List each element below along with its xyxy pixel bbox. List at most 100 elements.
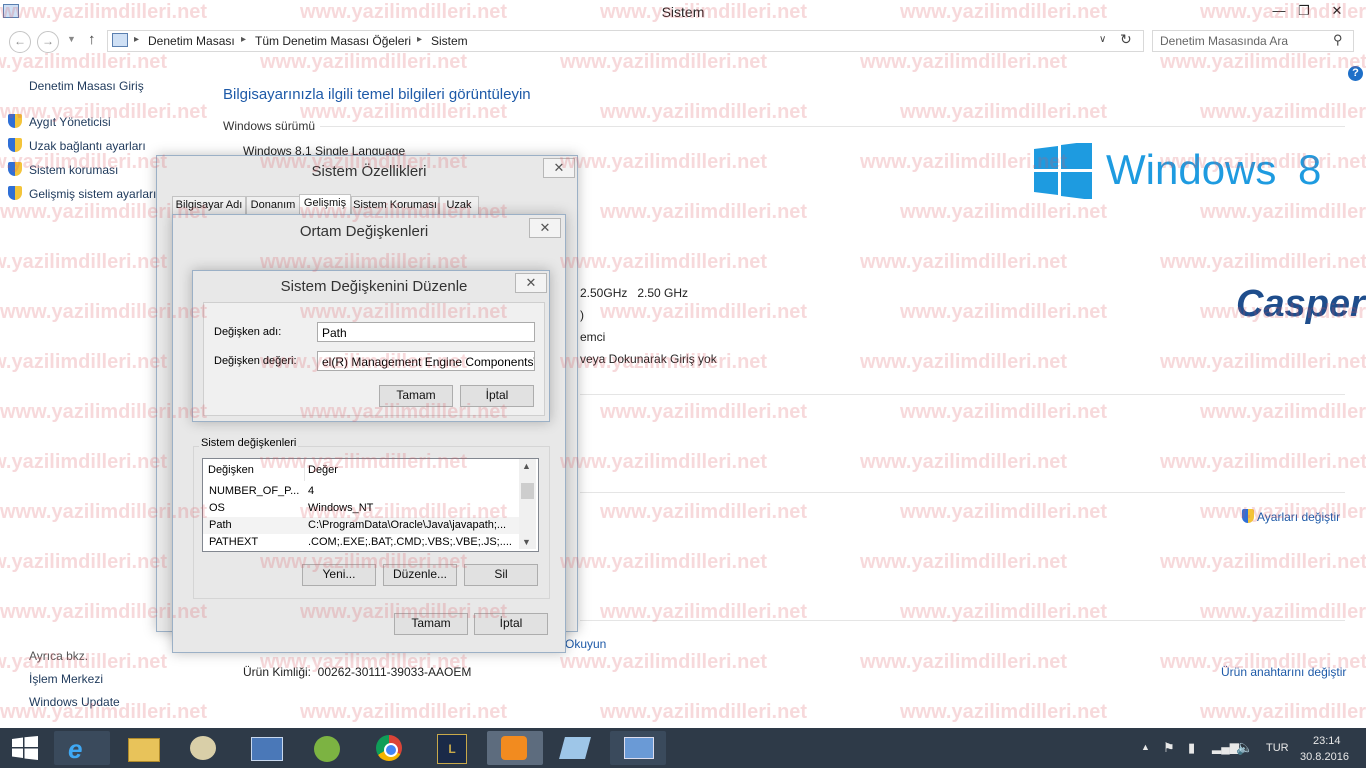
input-language[interactable]: TUR: [1266, 742, 1289, 754]
watermark-text: www.yazilimdilleri.net: [1160, 251, 1366, 273]
watermark-text: www.yazilimdilleri.net: [900, 701, 1108, 723]
maximize-button[interactable]: ❐: [1287, 0, 1321, 22]
breadcrumb-control-panel[interactable]: Denetim Masası: [148, 34, 235, 48]
watermark-text: www.yazilimdilleri.net: [0, 351, 168, 373]
taskbar-league-icon[interactable]: L: [424, 731, 480, 765]
read-link[interactable]: Okuyun: [565, 637, 606, 651]
watermark-text: www.yazilimdilleri.net: [860, 251, 1068, 273]
list-scrollbar[interactable]: [519, 459, 536, 549]
edit-dialog-close-button[interactable]: ✕: [515, 273, 547, 293]
help-icon[interactable]: ?: [1348, 66, 1363, 81]
variable-name-field[interactable]: Path: [317, 322, 535, 342]
tab-computer-name[interactable]: Bilgisayar Adı: [172, 196, 246, 216]
sidebar-item-advanced-settings[interactable]: Gelişmiş sistem ayarları: [29, 187, 156, 201]
column-header-value[interactable]: Değer: [305, 459, 518, 481]
table-row[interactable]: NUMBER_OF_P... 4: [203, 483, 519, 500]
edit-cancel-button[interactable]: İptal: [460, 385, 534, 407]
table-row-selected[interactable]: Path C:\ProgramData\Oracle\Java\javapath…: [203, 517, 519, 534]
taskbar-explorer-icon[interactable]: [115, 731, 171, 765]
taskbar-paint-icon[interactable]: [176, 731, 232, 765]
watermark-text: www.yazilimdilleri.net: [900, 101, 1108, 123]
taskbar-ie-icon[interactable]: e: [54, 731, 110, 765]
env-cancel-button[interactable]: İptal: [474, 613, 548, 635]
column-header-variable[interactable]: Değişken: [203, 459, 305, 481]
taskbar-app-icon[interactable]: [548, 731, 604, 765]
volume-icon[interactable]: 🔈: [1236, 739, 1253, 756]
watermark-text: www.yazilimdilleri.net: [600, 201, 808, 223]
tab-system-protection[interactable]: Sistem Koruması: [351, 196, 439, 216]
new-variable-button[interactable]: Yeni...: [302, 564, 376, 586]
taskbar-media-player-icon[interactable]: [487, 731, 543, 765]
back-button[interactable]: ←: [9, 31, 31, 53]
section-windows-edition: Windows sürümü: [223, 119, 316, 133]
windows-start-icon: [12, 736, 38, 760]
scroll-up-icon[interactable]: ▲: [522, 461, 531, 471]
breadcrumb-system[interactable]: Sistem: [431, 34, 468, 48]
see-also-action-center[interactable]: İşlem Merkezi: [29, 672, 103, 686]
delete-variable-button[interactable]: Sil: [464, 564, 538, 586]
action-center-flag-icon[interactable]: ⚑: [1163, 740, 1175, 756]
environment-variables-close-button[interactable]: ✕: [529, 218, 561, 238]
taskbar-system-icon[interactable]: [610, 731, 666, 765]
watermark-text: www.yazilimdilleri.net: [1160, 551, 1366, 573]
show-hidden-icons-icon[interactable]: ▲: [1141, 742, 1150, 752]
system-properties-title: Sistem Özellikleri: [311, 163, 427, 180]
windows-logo-text: Windows: [1106, 146, 1277, 193]
edit-ok-button[interactable]: Tamam: [379, 385, 453, 407]
search-icon[interactable]: ⚲: [1333, 32, 1343, 48]
forward-button[interactable]: →: [37, 31, 59, 53]
edit-system-variable-title: Sistem Değişkenini Düzenle: [280, 278, 468, 295]
scrollbar-thumb[interactable]: [521, 483, 534, 499]
see-also-windows-update[interactable]: Windows Update: [29, 695, 120, 709]
watermark-text: www.yazilimdilleri.net: [900, 401, 1108, 423]
recent-locations-icon[interactable]: ▼: [67, 34, 76, 44]
watermark-text: www.yazilimdilleri.net: [560, 651, 768, 673]
watermark-text: www.yazilimdilleri.net: [860, 451, 1068, 473]
system-properties-close-button[interactable]: ✕: [543, 158, 575, 178]
taskbar-chrome-icon[interactable]: [362, 731, 418, 765]
table-row[interactable]: PATHEXT .COM;.EXE;.BAT;.CMD;.VBS;.VBE;.J…: [203, 534, 519, 550]
control-panel-icon: [112, 33, 128, 47]
breadcrumb-separator-icon[interactable]: ▸: [241, 34, 246, 45]
refresh-icon[interactable]: ↻: [1120, 31, 1132, 48]
sidebar-item-remote-settings[interactable]: Uzak bağlantı ayarları: [29, 139, 146, 153]
watermark-text: www.yazilimdilleri.net: [560, 51, 768, 73]
tab-advanced[interactable]: Gelişmiş: [299, 194, 351, 216]
change-settings-link[interactable]: Ayarları değiştir: [1257, 510, 1340, 524]
breadcrumb-separator-icon[interactable]: ▸: [134, 34, 139, 45]
taskbar-remote-desktop-icon[interactable]: [238, 731, 294, 765]
watermark-text: www.yazilimdilleri.net: [860, 651, 1068, 673]
close-button[interactable]: ✕: [1320, 0, 1354, 22]
variable-value: C:\ProgramData\Oracle\Java\javapath;...: [308, 519, 507, 531]
start-button[interactable]: [0, 728, 50, 768]
variable-value: .COM;.EXE;.BAT;.CMD;.VBS;.VBE;.JS;....: [308, 536, 512, 548]
environment-variables-title: Ortam Değişkenleri: [299, 223, 429, 240]
watermark-text: www.yazilimdilleri.net: [900, 501, 1108, 523]
variable-value-field[interactable]: el(R) Management Engine Components\IPT: [317, 351, 535, 371]
scroll-down-icon[interactable]: ▼: [522, 537, 531, 547]
divider: [320, 126, 1345, 127]
table-row[interactable]: OS Windows_NT: [203, 500, 519, 517]
change-product-key-link[interactable]: Ürün anahtarını değiştir: [1221, 665, 1346, 679]
tab-remote[interactable]: Uzak: [439, 196, 479, 216]
windows-logo-number: 8: [1298, 146, 1322, 193]
variable-value-label: Değişken değeri:: [214, 355, 297, 367]
tab-hardware[interactable]: Donanım: [246, 196, 300, 216]
network-icon[interactable]: ▂▄▆: [1212, 740, 1239, 754]
env-ok-button[interactable]: Tamam: [394, 613, 468, 635]
up-button[interactable]: ↑: [88, 31, 96, 48]
power-icon[interactable]: ▮: [1188, 740, 1195, 756]
sidebar-item-device-manager[interactable]: Aygıt Yöneticisi: [29, 115, 111, 129]
product-id: Ürün Kimliği: 00262-30111-39033-AAOEM: [243, 665, 472, 679]
breadcrumb-separator-icon[interactable]: ▸: [417, 34, 422, 45]
edit-variable-button[interactable]: Düzenle...: [383, 564, 457, 586]
variable-name: OS: [209, 502, 225, 514]
address-dropdown-icon[interactable]: ∨: [1099, 34, 1106, 45]
sidebar-item-system-protection[interactable]: Sistem koruması: [29, 163, 118, 177]
breadcrumb-all-items[interactable]: Tüm Denetim Masası Öğeleri: [255, 34, 411, 48]
sidebar-home-link[interactable]: Denetim Masası Giriş: [29, 79, 144, 93]
taskbar-android-studio-icon[interactable]: [300, 731, 356, 765]
clock-date[interactable]: 30.8.2016: [1300, 751, 1349, 763]
watermark-text: www.yazilimdilleri.net: [900, 301, 1108, 323]
clock-time[interactable]: 23:14: [1313, 735, 1341, 747]
